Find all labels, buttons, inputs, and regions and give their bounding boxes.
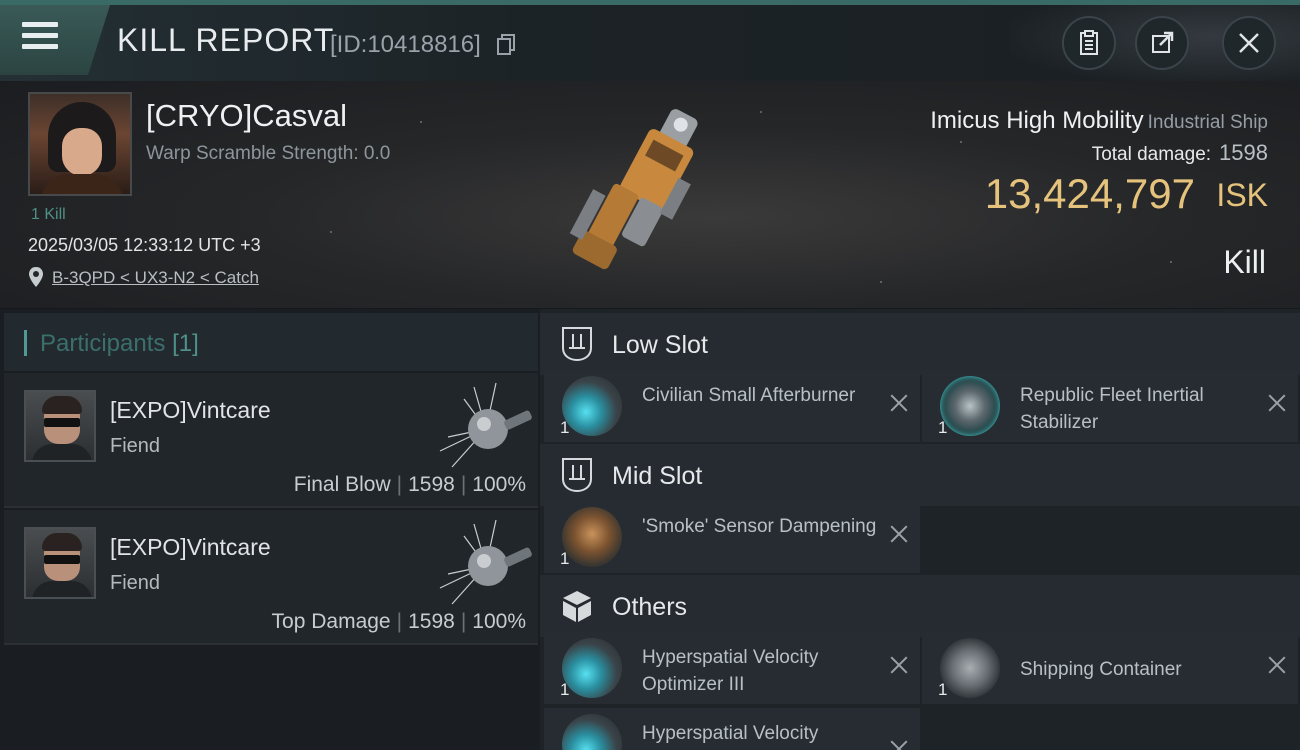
victim-portrait[interactable] [28, 92, 132, 196]
victim-ship-image [569, 109, 698, 270]
module-name: Republic Fleet Inertial Stabilizer [1020, 385, 1204, 433]
participant-percent: 100% [472, 610, 526, 633]
participants-panel: Participants [1] [EXPO]Vintcare Fiend Fi… [0, 309, 540, 750]
module-item[interactable]: Hyperspatial Velocity [544, 708, 920, 750]
kill-datetime: 2025/03/05 12:33:12 UTC +3 [28, 235, 261, 255]
fitting-panel: Low Slot 1 Civilian Small Afterburner 1 … [540, 309, 1300, 750]
module-name: 'Smoke' Sensor Dampening [642, 516, 877, 537]
module-quantity: 1 [938, 418, 948, 437]
participant-avatar[interactable] [24, 390, 96, 462]
page-title: KILL REPORT [117, 22, 335, 58]
ship-name-text: Imicus High Mobility [930, 107, 1144, 134]
isk-value: 13,424,797 [984, 170, 1195, 217]
participant-name[interactable]: [EXPO]Vintcare [110, 397, 271, 424]
module-name: Hyperspatial Velocity [642, 723, 819, 744]
participants-header[interactable]: Participants [1] [4, 313, 538, 371]
participant-stats: Top Damage | 1598 | 100% [271, 610, 526, 633]
container-icon [940, 638, 1000, 698]
participant-name[interactable]: [EXPO]Vintcare [110, 534, 271, 561]
participant-avatar[interactable] [24, 527, 96, 599]
participant-damage: 1598 [408, 610, 455, 633]
clipboard-button[interactable] [1062, 16, 1116, 70]
victim-name[interactable]: [CRYO]Casval [146, 98, 347, 134]
participant-ship: Fiend [110, 572, 161, 594]
clipboard-icon [1080, 30, 1098, 55]
participant-stats: Final Blow | 1598 | 100% [293, 473, 526, 496]
module-item[interactable]: 1 Civilian Small Afterburner [544, 370, 920, 442]
kill-location-link[interactable]: B-3QPD < UX3-N2 < Catch [52, 268, 259, 288]
participant-role: Top Damage [271, 610, 391, 633]
module-name: Shipping Container [1020, 659, 1182, 680]
participants-count: [1] [172, 330, 199, 357]
copy-icon[interactable] [497, 34, 515, 56]
participants-accent-bar [24, 330, 27, 356]
destroyed-x-icon [888, 654, 910, 676]
destroyed-x-icon [1266, 392, 1288, 414]
low-slot-title: Low Slot [612, 331, 708, 359]
close-button[interactable] [1222, 16, 1276, 70]
participant-row[interactable]: [EXPO]Vintcare Fiend Final Blow | 1598 | 100… [4, 373, 538, 508]
destroyed-x-icon [888, 523, 910, 545]
participant-ship-image [439, 519, 532, 605]
victim-ship-name[interactable]: Imicus High Mobility Industrial Ship [930, 107, 1268, 135]
module-item[interactable]: 1 Republic Fleet Inertial Stabilizer [922, 370, 1298, 442]
sensor-dampener-icon [562, 507, 622, 567]
cargo-box-icon [563, 591, 591, 622]
velocity-optimizer-icon [562, 714, 622, 750]
destroyed-x-icon [888, 738, 910, 750]
participant-role: Final Blow [293, 473, 391, 496]
participants-label: Participants [40, 330, 166, 357]
stabilizer-icon [940, 376, 1000, 436]
hamburger-menu-icon[interactable] [22, 22, 62, 56]
module-name: Hyperspatial Velocity Optimizer III [642, 647, 819, 695]
others-header: Others [540, 575, 1300, 637]
ship-class: Industrial Ship [1147, 112, 1268, 133]
module-item[interactable]: 1 'Smoke' Sensor Dampening [544, 501, 920, 573]
mid-slot-title: Mid Slot [612, 462, 703, 490]
warp-scramble-strength: Warp Scramble Strength: 0.0 [146, 143, 391, 164]
isk-currency: ISK [1216, 177, 1268, 213]
module-item[interactable]: 1 Hyperspatial Velocity Optimizer III [544, 632, 920, 704]
module-quantity: 1 [560, 680, 570, 699]
module-quantity: 1 [560, 418, 570, 437]
participant-ship: Fiend [110, 435, 161, 457]
report-id: [ID:10418816] [330, 31, 481, 58]
destroyed-x-icon [888, 392, 910, 414]
mid-slot-header: Mid Slot [540, 444, 1300, 506]
total-damage: Total damage: 1598 [1092, 140, 1268, 166]
close-icon [1239, 33, 1259, 53]
total-damage-value: 1598 [1219, 140, 1268, 165]
share-icon [1152, 31, 1174, 53]
module-quantity: 1 [560, 549, 570, 568]
participant-row[interactable]: [EXPO]Vintcare Fiend Top Damage | 1598 | 100… [4, 510, 538, 645]
others-title: Others [612, 593, 688, 621]
low-slot-icon [562, 327, 592, 362]
participant-percent: 100% [472, 473, 526, 496]
location-pin-icon [29, 267, 43, 287]
module-item[interactable]: 1 Shipping Container [922, 632, 1298, 704]
velocity-optimizer-icon [562, 638, 622, 698]
kill-result-label: Kill [1223, 244, 1266, 280]
participant-damage: 1598 [408, 473, 455, 496]
afterburner-icon [562, 376, 622, 436]
destroyed-x-icon [1266, 654, 1288, 676]
share-button[interactable] [1135, 16, 1189, 70]
participant-ship-image [439, 382, 532, 468]
kill-count: 1 Kill [31, 206, 66, 223]
mid-slot-icon [562, 458, 592, 493]
module-name: Civilian Small Afterburner [642, 385, 856, 406]
total-damage-label: Total damage: [1091, 144, 1212, 165]
module-quantity: 1 [938, 680, 948, 699]
low-slot-header: Low Slot [540, 313, 1300, 375]
